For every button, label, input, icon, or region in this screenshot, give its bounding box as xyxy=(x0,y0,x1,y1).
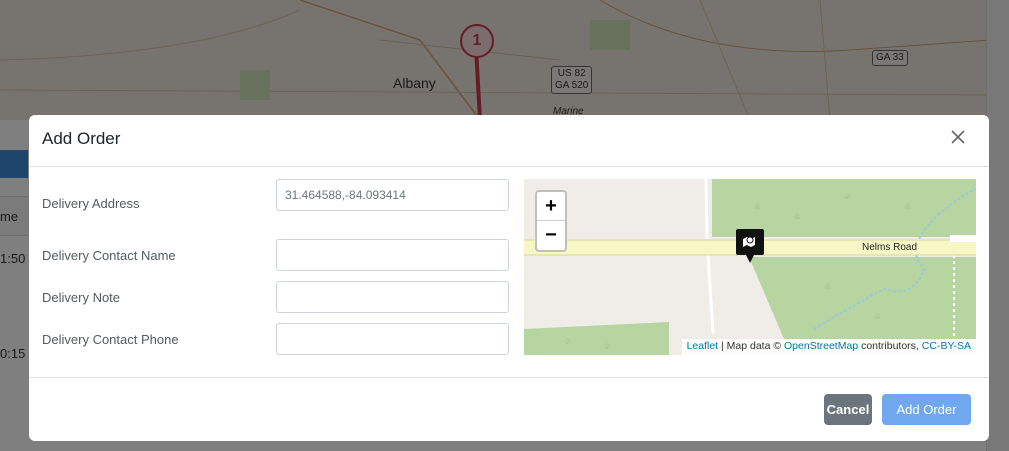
leaflet-link[interactable]: Leaflet xyxy=(687,340,719,352)
location-map[interactable]: ♧ ♧ ♧ ♧ ♧ ♧ ♧ ♧ + − Nelms Road Leaflet |… xyxy=(524,179,976,355)
road-label: Nelms Road xyxy=(862,242,918,253)
delivery-address-label: Delivery Address xyxy=(42,196,140,211)
modal-body: Delivery Address Delivery Contact Name D… xyxy=(29,167,989,377)
modal-header: Add Order xyxy=(29,115,989,167)
delivery-note-label: Delivery Note xyxy=(42,290,121,305)
map-zoom-control: + − xyxy=(535,190,567,252)
delivery-note-input[interactable] xyxy=(276,281,509,313)
svg-text:♧: ♧ xyxy=(604,342,611,351)
add-order-modal: Add Order Delivery Address Delivery Cont… xyxy=(29,115,989,441)
cancel-button[interactable]: Cancel xyxy=(824,394,872,425)
svg-text:♧: ♧ xyxy=(844,192,851,201)
add-order-button[interactable]: Add Order xyxy=(882,394,971,425)
modal-title: Add Order xyxy=(42,129,121,148)
delivery-address-input[interactable] xyxy=(276,179,509,211)
svg-text:♧: ♧ xyxy=(754,202,761,211)
map-attribution: Leaflet | Map data © OpenStreetMap contr… xyxy=(681,339,976,355)
osm-link[interactable]: OpenStreetMap xyxy=(784,340,858,352)
map-marker-icon[interactable] xyxy=(736,229,764,263)
modal-footer: Cancel Add Order xyxy=(29,377,989,441)
contact-phone-input[interactable] xyxy=(276,323,509,355)
svg-text:♧: ♧ xyxy=(904,202,911,211)
contact-phone-label: Delivery Contact Phone xyxy=(42,332,179,347)
svg-text:♧: ♧ xyxy=(874,312,881,321)
attribution-contributors: contributors, xyxy=(858,340,922,352)
contact-name-label: Delivery Contact Name xyxy=(42,248,176,263)
close-icon[interactable] xyxy=(949,128,967,146)
svg-text:♧: ♧ xyxy=(794,212,801,221)
zoom-in-button[interactable]: + xyxy=(537,192,565,221)
license-link[interactable]: CC-BY-SA xyxy=(922,340,971,352)
attribution-separator: | Map data © xyxy=(718,340,785,352)
svg-text:♧: ♧ xyxy=(564,337,571,346)
svg-text:♧: ♧ xyxy=(824,282,831,291)
contact-name-input[interactable] xyxy=(276,239,509,271)
zoom-out-button[interactable]: − xyxy=(537,221,565,250)
